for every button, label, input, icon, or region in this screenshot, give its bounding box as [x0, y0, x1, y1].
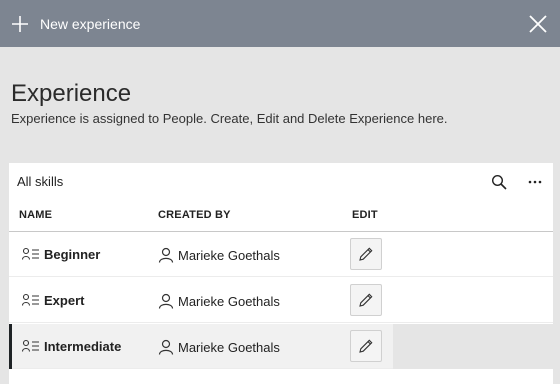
row-created-by: Marieke Goethals [178, 294, 280, 309]
table-row[interactable]: Intermediate Marieke Goethals [9, 324, 553, 369]
new-experience-button[interactable]: New experience [10, 12, 140, 36]
row-created-by: Marieke Goethals [178, 340, 280, 355]
close-icon[interactable] [528, 14, 548, 34]
person-icon [158, 247, 174, 263]
pencil-icon [359, 293, 373, 307]
row-created-by: Marieke Goethals [178, 248, 280, 263]
row-name: Beginner [44, 247, 101, 262]
more-icon[interactable] [527, 174, 543, 190]
row-name: Expert [44, 293, 85, 308]
row-background-fill [393, 324, 553, 369]
row-selection-indicator [9, 324, 12, 369]
plus-icon [12, 16, 28, 32]
row-name: Intermediate [44, 339, 122, 354]
table-row[interactable]: Expert Marieke Goethals [9, 278, 553, 323]
column-header-created-by[interactable]: CREATED BY [158, 209, 231, 221]
top-bar: New experience [0, 0, 560, 47]
pencil-icon [359, 247, 373, 261]
column-header-name[interactable]: NAME [19, 209, 52, 221]
skill-list-icon [22, 339, 39, 352]
skill-list-icon [22, 293, 39, 306]
list-title: All skills [17, 174, 64, 189]
edit-button[interactable] [350, 238, 382, 270]
skill-list-icon [22, 247, 39, 260]
pencil-icon [359, 339, 373, 353]
person-icon [158, 339, 174, 355]
edit-button[interactable] [350, 284, 382, 316]
skills-list-card: All skills NAME CREATED BY EDIT Beginner… [9, 163, 553, 384]
search-icon[interactable] [491, 174, 507, 190]
page-description: Experience is assigned to People. Create… [11, 111, 448, 126]
column-header-edit: EDIT [352, 209, 378, 221]
new-experience-label: New experience [40, 16, 141, 32]
page-title: Experience [11, 80, 132, 107]
edit-button[interactable] [350, 330, 382, 362]
person-icon [158, 293, 174, 309]
table-row[interactable]: Beginner Marieke Goethals [9, 232, 553, 277]
